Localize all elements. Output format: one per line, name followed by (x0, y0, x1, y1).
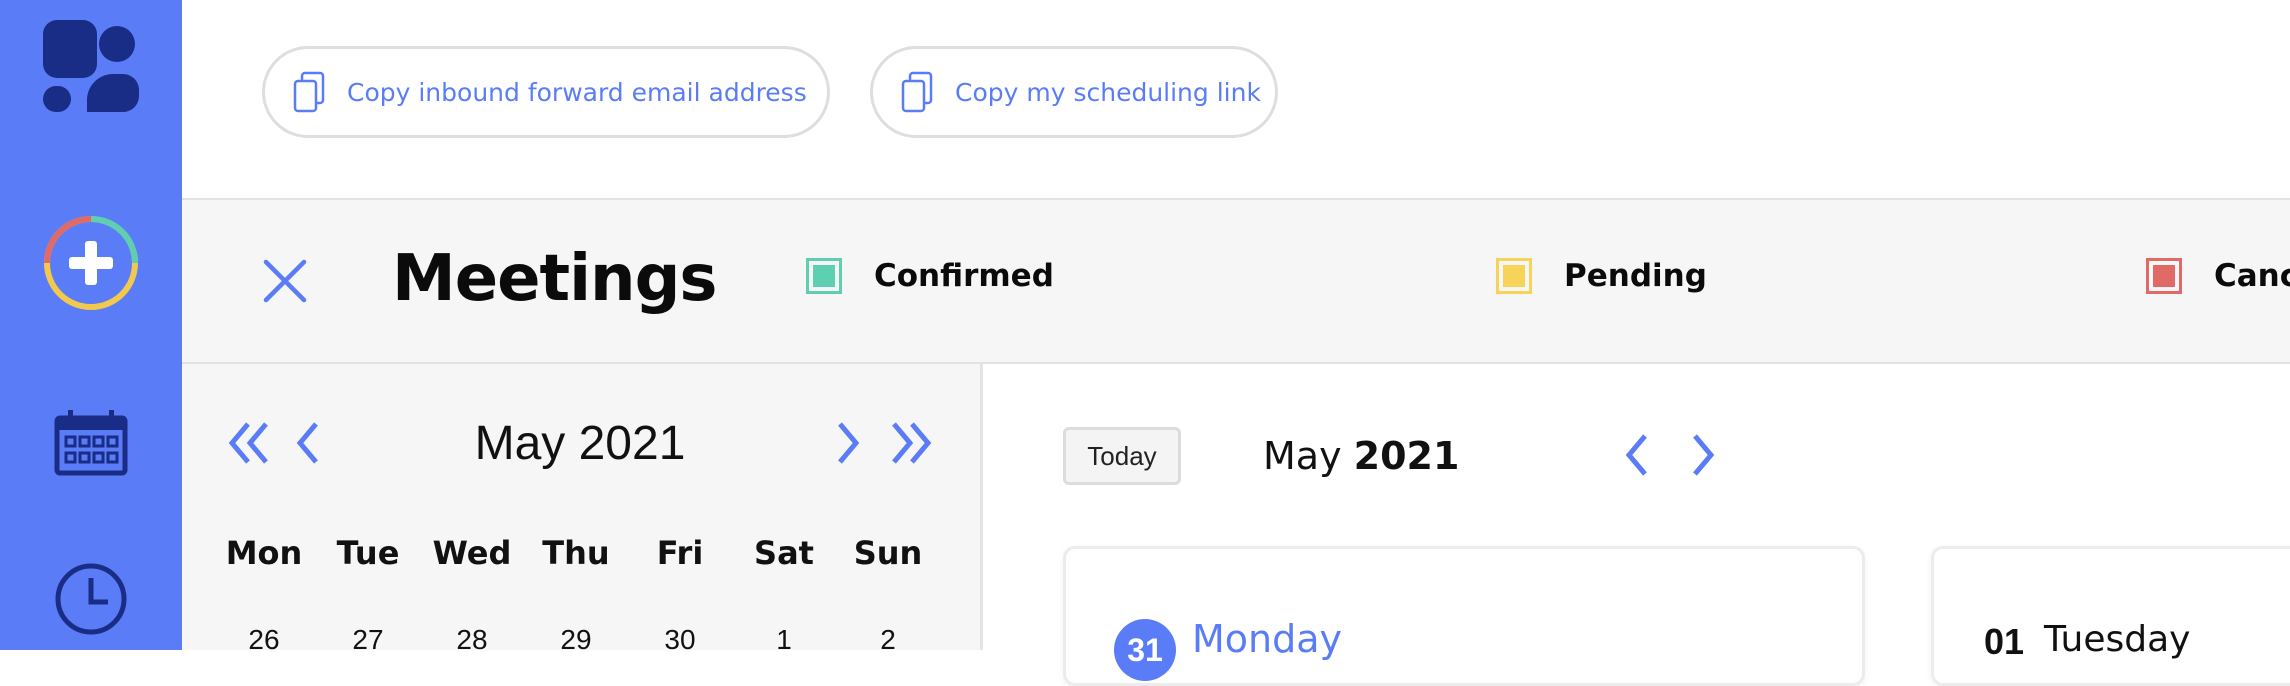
legend-label: Pending (1564, 258, 1707, 294)
legend-pending: Pending (1496, 258, 1707, 294)
close-icon[interactable] (262, 258, 308, 309)
confirmed-swatch (806, 258, 842, 294)
today-button[interactable]: Today (1063, 427, 1181, 485)
copy-scheduling-link-button[interactable]: Copy my scheduling link (870, 46, 1278, 138)
day-number: 01 (1984, 621, 2025, 662)
day-card[interactable]: 01 Tuesday (1931, 546, 2290, 686)
day-cell[interactable]: 29 (524, 624, 628, 656)
weekday-label: Wed (432, 534, 512, 572)
pending-swatch (1496, 258, 1532, 294)
copy-link-label: Copy my scheduling link (955, 77, 1261, 107)
weekday-label: Tue (336, 534, 400, 572)
legend-label: Confirmed (874, 258, 1054, 294)
legend-cancelled: Canc (2146, 258, 2290, 294)
next-year-icon[interactable] (890, 420, 932, 478)
weekday-label: Thu (542, 534, 610, 572)
day-cell[interactable]: 27 (316, 624, 420, 656)
meetings-header: Meetings Confirmed Pending Canc (182, 200, 2290, 364)
weekday-label: Sun (853, 534, 923, 572)
logo-icon[interactable] (0, 20, 182, 116)
day-name: Tuesday (2044, 619, 2191, 660)
legend-label: Canc (2214, 258, 2290, 294)
current-month-label: May 2021 (1263, 434, 1459, 478)
prev-week-icon[interactable] (1623, 430, 1651, 485)
month-name: May (1263, 434, 1342, 478)
weekday-label: Sat (754, 534, 814, 572)
cancelled-swatch (2146, 258, 2182, 294)
day-name: Monday (1192, 617, 1343, 661)
day-cell[interactable]: 26 (212, 624, 316, 656)
day-number-badge: 31 (1114, 619, 1176, 681)
legend-confirmed: Confirmed (806, 258, 1054, 294)
day-cell[interactable]: 1 (732, 624, 836, 656)
clock-icon[interactable] (0, 562, 182, 636)
day-cell[interactable]: 30 (628, 624, 732, 656)
copy-icon (293, 71, 325, 113)
next-week-icon[interactable] (1689, 430, 1717, 485)
weekday-label: Fri (656, 534, 704, 572)
weekday-label: Mon (225, 534, 303, 572)
day-cell[interactable]: 28 (420, 624, 524, 656)
week-view: Today May 2021 31 Monday 01 Tuesday (983, 364, 2290, 686)
day-card[interactable]: 31 Monday (1063, 546, 1865, 686)
page-title: Meetings (392, 242, 717, 316)
copy-email-button[interactable]: Copy inbound forward email address (262, 46, 830, 138)
copy-icon (901, 71, 933, 113)
year: 2021 (1353, 434, 1460, 478)
day-cell[interactable]: 2 (836, 624, 940, 656)
top-bar: Copy inbound forward email address Copy … (182, 0, 2290, 200)
calendar-icon[interactable] (0, 410, 182, 476)
mini-calendar: May 2021 Mon Tue Wed Thu Fri Sat Sun 26 … (182, 364, 983, 655)
add-icon[interactable] (0, 213, 182, 313)
sidebar (0, 0, 182, 650)
next-month-icon[interactable] (836, 420, 860, 478)
copy-email-label: Copy inbound forward email address (347, 77, 807, 107)
